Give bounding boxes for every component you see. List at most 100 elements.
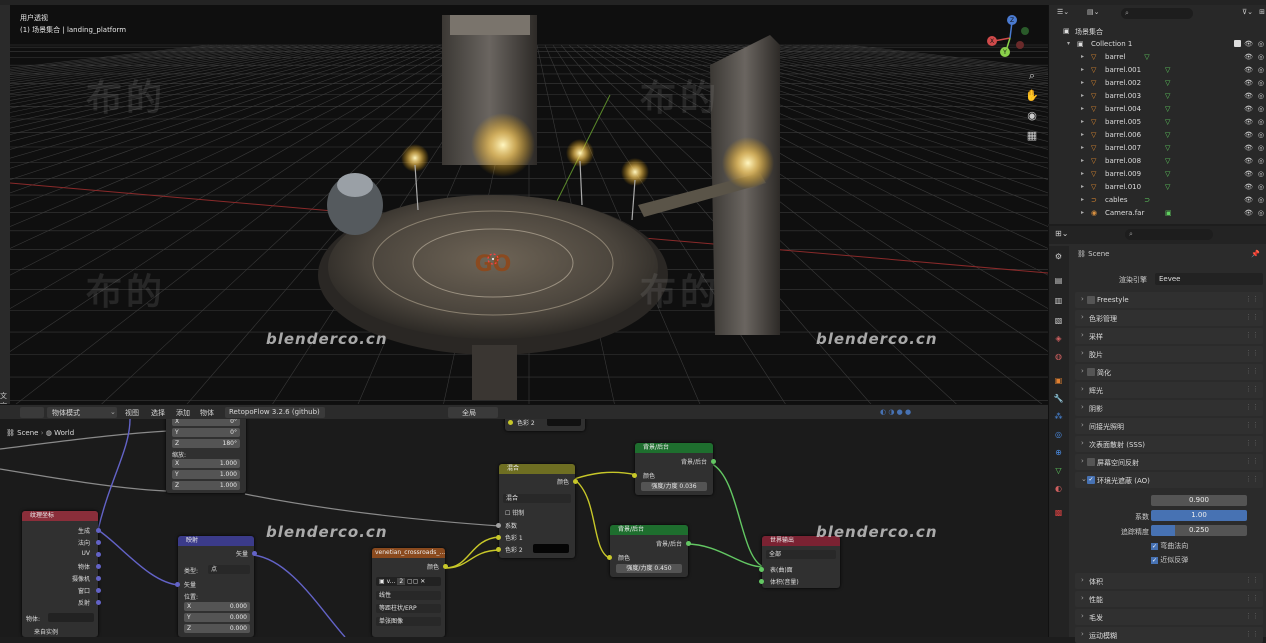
- view-layer-tab-icon[interactable]: ▧: [1052, 314, 1065, 327]
- expand-icon[interactable]: ▸: [1081, 92, 1084, 99]
- render-camera-icon[interactable]: ◎: [1258, 40, 1264, 48]
- outliner-collection-row[interactable]: ▾ ▣ Collection 1 👁 ◎: [1049, 38, 1266, 51]
- bounces-checkbox[interactable]: ✓ 近似反弹: [1151, 555, 1188, 565]
- expand-icon[interactable]: ▸: [1081, 196, 1084, 203]
- hand-pan-icon[interactable]: ✋: [1025, 89, 1039, 103]
- new-collection-icon[interactable]: ⊞: [1259, 8, 1265, 16]
- drag-handle-icon[interactable]: ⋮⋮: [1245, 475, 1259, 483]
- panel-section[interactable]: ⌄ ✓ 环境光遮蔽 (AO) ⋮⋮: [1075, 472, 1263, 488]
- scene-tab-icon[interactable]: ◈: [1052, 332, 1065, 345]
- expand-icon[interactable]: ▸: [1081, 79, 1084, 86]
- drag-handle-icon[interactable]: ⋮⋮: [1245, 421, 1259, 429]
- render-camera-icon[interactable]: ◎: [1258, 118, 1264, 126]
- eye-icon[interactable]: 👁: [1244, 209, 1253, 217]
- render-engine-dropdown[interactable]: Eevee: [1155, 273, 1263, 285]
- zoom-icon[interactable]: ⌕: [1025, 69, 1039, 83]
- outliner-item[interactable]: ▸ ▽ barrel.004 ▽ 👁 ◎: [1049, 103, 1266, 116]
- expand-icon[interactable]: ▸: [1081, 209, 1084, 216]
- render-camera-icon[interactable]: ◎: [1258, 66, 1264, 74]
- render-camera-icon[interactable]: ◎: [1258, 157, 1264, 165]
- eye-icon[interactable]: 👁: [1244, 144, 1253, 152]
- pin-icon[interactable]: 📌: [1251, 250, 1260, 258]
- background-node-1[interactable]: 背景/后台 背景/后台 颜色 强度/力度 0.036: [632, 443, 716, 495]
- outliner-item[interactable]: ▸ ▽ barrel.002 ▽ 👁 ◎: [1049, 77, 1266, 90]
- render-camera-icon[interactable]: ◎: [1258, 170, 1264, 178]
- drag-handle-icon[interactable]: ⋮⋮: [1245, 367, 1259, 375]
- tool-tab-icon[interactable]: ⚙: [1052, 250, 1065, 263]
- expand-icon[interactable]: ▸: [1081, 118, 1084, 125]
- outliner-item[interactable]: ▸ ▽ barrel.001 ▽ 👁 ◎: [1049, 64, 1266, 77]
- ao-factor-slider[interactable]: 1.00: [1151, 510, 1247, 521]
- mix-node[interactable]: 混合 颜色 混合 ☐ 钳制 系数 色彩 1 色彩 2: [496, 464, 578, 558]
- panel-section[interactable]: › 次表面散射 (SSS) ⋮⋮: [1075, 436, 1263, 452]
- drag-handle-icon[interactable]: ⋮⋮: [1245, 331, 1259, 339]
- outliner-item[interactable]: ▸ ▽ barrel.003 ▽ 👁 ◎: [1049, 90, 1266, 103]
- render-camera-icon[interactable]: ◎: [1258, 183, 1264, 191]
- section-checkbox[interactable]: [1087, 368, 1095, 376]
- render-camera-icon[interactable]: ◎: [1258, 131, 1264, 139]
- expand-icon[interactable]: ▸: [1081, 53, 1084, 60]
- expand-icon[interactable]: ▸: [1081, 144, 1084, 151]
- world-tab-icon[interactable]: ◍: [1052, 350, 1065, 363]
- outliner-item[interactable]: ▸ ▽ barrel.006 ▽ 👁 ◎: [1049, 129, 1266, 142]
- render-camera-icon[interactable]: ◎: [1258, 79, 1264, 87]
- camera-icon[interactable]: ◉: [1025, 109, 1039, 123]
- modifier-tab-icon[interactable]: 🔧: [1052, 392, 1065, 405]
- drag-handle-icon[interactable]: ⋮⋮: [1245, 457, 1259, 465]
- eye-icon[interactable]: 👁: [1244, 40, 1253, 48]
- properties-editor[interactable]: ⊞⌄ ⌕ ⚙ ▤ ▥ ▧ ◈ ◍ ▣ 🔧 ⁂ ◎ ⊕ ▽ ◐ ▩ ⛓ Scene…: [1048, 226, 1266, 643]
- drag-handle-icon[interactable]: ⋮⋮: [1245, 576, 1259, 584]
- panel-section[interactable]: › 间接光照明 ⋮⋮: [1075, 418, 1263, 434]
- output-tab-icon[interactable]: ▥: [1052, 294, 1065, 307]
- drag-handle-icon[interactable]: ⋮⋮: [1245, 439, 1259, 447]
- drag-handle-icon[interactable]: ⋮⋮: [1245, 295, 1259, 303]
- render-camera-icon[interactable]: ◎: [1258, 209, 1264, 217]
- panel-section[interactable]: › 胶片 ⋮⋮: [1075, 346, 1263, 362]
- ao-trace-slider[interactable]: 0.250: [1151, 525, 1247, 536]
- render-camera-icon[interactable]: ◎: [1258, 105, 1264, 113]
- 3d-viewport[interactable]: GO Z X Y 用户透视 (1) 场景集合 | landing_platfor…: [10, 5, 1048, 404]
- drag-handle-icon[interactable]: ⋮⋮: [1245, 385, 1259, 393]
- panel-section[interactable]: › 采样 ⋮⋮: [1075, 328, 1263, 344]
- drag-handle-icon[interactable]: ⋮⋮: [1245, 313, 1259, 321]
- panel-section[interactable]: › 色彩管理 ⋮⋮: [1075, 310, 1263, 326]
- collapse-icon[interactable]: ▾: [1067, 40, 1070, 47]
- breadcrumb-world[interactable]: World: [54, 429, 74, 437]
- editor-type-icon[interactable]: ⊞⌄: [1055, 229, 1068, 238]
- image-selector[interactable]: ▣ v... 2 ▢▢ ✕: [376, 577, 441, 586]
- physics-tab-icon[interactable]: ◎: [1052, 428, 1065, 441]
- grid-ortho-icon[interactable]: ▦: [1025, 129, 1039, 143]
- eye-icon[interactable]: 👁: [1244, 157, 1253, 165]
- drag-handle-icon[interactable]: ⋮⋮: [1245, 349, 1259, 357]
- drag-handle-icon[interactable]: ⋮⋮: [1245, 403, 1259, 411]
- object-tab-icon[interactable]: ▣: [1052, 374, 1065, 387]
- panel-section[interactable]: › Freestyle ⋮⋮: [1075, 292, 1263, 308]
- panel-section[interactable]: › 性能 ⋮⋮: [1075, 591, 1263, 607]
- display-mode-icon[interactable]: ▤⌄: [1087, 8, 1099, 16]
- texture-tab-icon[interactable]: ▩: [1052, 506, 1065, 519]
- menu-view[interactable]: 视图: [125, 408, 139, 418]
- bent-normals-checkbox[interactable]: ✓ 弯曲法向: [1151, 541, 1188, 551]
- section-checkbox[interactable]: [1087, 296, 1095, 304]
- target-dropdown[interactable]: 全部: [766, 550, 836, 559]
- texture-coordinate-node[interactable]: 纹理坐标 生成 法向 UV 物体 摄像机 窗口 反射 物体: 来自实例: [22, 511, 101, 637]
- outliner-item[interactable]: ▸ ▽ barrel.008 ▽ 👁 ◎: [1049, 155, 1266, 168]
- drag-handle-icon[interactable]: ⋮⋮: [1245, 612, 1259, 620]
- panel-section[interactable]: › 简化 ⋮⋮: [1075, 364, 1263, 380]
- eye-icon[interactable]: 👁: [1244, 79, 1253, 87]
- eye-icon[interactable]: 👁: [1244, 66, 1253, 74]
- expand-icon[interactable]: ▸: [1081, 66, 1084, 73]
- eye-icon[interactable]: 👁: [1244, 118, 1253, 126]
- eye-icon[interactable]: 👁: [1244, 53, 1253, 61]
- object-picker[interactable]: [48, 613, 94, 622]
- outliner-item[interactable]: ▸ ⊃ cables ⊃ 👁 ◎: [1049, 194, 1266, 207]
- data-tab-icon[interactable]: ▽: [1052, 464, 1065, 477]
- panel-section[interactable]: › 阴影 ⋮⋮: [1075, 400, 1263, 416]
- section-checkbox[interactable]: [1087, 458, 1095, 466]
- mapping-node[interactable]: 映射 矢量 类型: 点 矢量 位置: X 0.000 Y 0.000 Z 0.000: [175, 536, 257, 637]
- panel-section[interactable]: › 体积 ⋮⋮: [1075, 573, 1263, 589]
- environment-texture-node[interactable]: venetian_crossroads_... 颜色 ▣ v... 2 ▢▢ ✕…: [372, 548, 448, 637]
- outliner-item[interactable]: ▸ ▽ barrel.005 ▽ 👁 ◎: [1049, 116, 1266, 129]
- outliner-item[interactable]: ▸ ▽ barrel.007 ▽ 👁 ◎: [1049, 142, 1266, 155]
- eye-icon[interactable]: 👁: [1244, 170, 1253, 178]
